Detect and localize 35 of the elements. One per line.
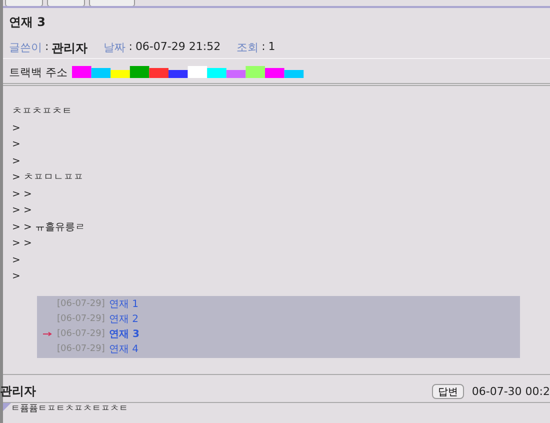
reply-button[interactable]: 답변 bbox=[432, 384, 464, 398]
meta-separator: : bbox=[128, 40, 132, 55]
comment-date: 06-07-30 00:2 bbox=[472, 384, 550, 398]
meta-value: 06-07-29 21:52 bbox=[135, 40, 221, 55]
series-link[interactable]: 연재 1 bbox=[109, 296, 139, 312]
comment-author: 관리자 bbox=[0, 382, 37, 400]
meta-value: 관리자 bbox=[52, 40, 88, 57]
series-date: [06-07-29] bbox=[57, 312, 106, 326]
body-line: > > bbox=[12, 204, 33, 218]
body-line: > bbox=[12, 270, 22, 284]
body-line: > bbox=[12, 138, 22, 152]
meta-value: 1 bbox=[268, 40, 276, 55]
meta-label: 날짜 bbox=[104, 40, 126, 56]
body-line: > ㅊㅍㅁㄴㅍㅍ bbox=[12, 171, 85, 185]
series-link[interactable]: 연재 3 bbox=[109, 326, 140, 342]
series-link[interactable]: 연재 4 bbox=[109, 342, 139, 356]
comment-text: ㅌ퓸퓸ㅌㅍㅌㅊㅍㅊㅌㅍㅊㅌ bbox=[11, 404, 129, 414]
body-line: > > bbox=[12, 188, 33, 202]
series-date: [06-07-29] bbox=[57, 328, 106, 340]
body-line: ㅊㅍㅊㅍㅊㅌ bbox=[12, 105, 73, 119]
body-line: > > ㅠ흘유릉ㄹ bbox=[12, 220, 86, 234]
post-title: 연재 3 bbox=[8, 14, 47, 31]
meta-separator: : bbox=[45, 40, 49, 55]
body-line: > bbox=[12, 122, 22, 136]
meta-label: 글쓴이 bbox=[9, 40, 42, 56]
corner-icon bbox=[3, 402, 11, 410]
meta-label: 조회 bbox=[236, 40, 259, 56]
trackback-label: 트랙백 주소 bbox=[9, 64, 68, 80]
series-date: [06-07-29] bbox=[57, 298, 106, 310]
series-link[interactable]: 연재 2 bbox=[109, 312, 139, 326]
body-line: > bbox=[12, 154, 22, 168]
series-date: [06-07-29] bbox=[57, 342, 106, 356]
body-line: > bbox=[12, 254, 22, 268]
meta-separator: : bbox=[262, 40, 266, 55]
body-line: > > bbox=[12, 237, 33, 251]
